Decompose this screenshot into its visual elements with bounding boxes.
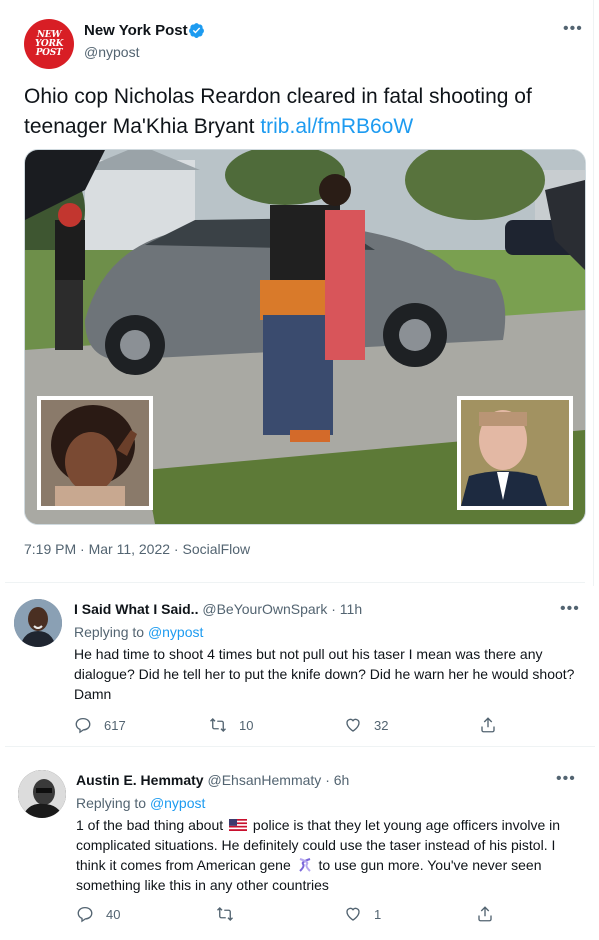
reply-bubble-icon xyxy=(77,906,93,923)
reply-actions: 40 1 xyxy=(76,905,506,925)
retweet-count: 10 xyxy=(239,717,254,733)
avatar-photo xyxy=(18,770,66,818)
author-name[interactable]: New York Post xyxy=(84,22,188,39)
retweet-button[interactable]: 10 xyxy=(209,716,253,734)
share-button[interactable] xyxy=(476,905,494,923)
reply-tweet[interactable]: I Said What I Said.. @BeYourOwnSpark · 1… xyxy=(0,586,599,746)
reply-header: I Said What I Said.. @BeYourOwnSpark · 1… xyxy=(74,601,362,617)
us-flag-emoji-icon xyxy=(229,819,248,831)
avatar[interactable] xyxy=(14,599,62,647)
separator-dot: · xyxy=(331,601,336,617)
reply-count: 617 xyxy=(104,717,126,733)
replying-handle[interactable]: @nypost xyxy=(148,624,203,640)
like-button[interactable]: 1 xyxy=(344,905,381,923)
tweet-link[interactable]: trib.al/fmRB6oW xyxy=(260,115,413,138)
reply-button[interactable]: 40 xyxy=(76,905,120,923)
main-tweet: NEW YORK POST New York Post @nypost ••• … xyxy=(5,0,594,586)
retweet-button[interactable] xyxy=(216,905,246,923)
more-horizontal-icon[interactable]: ••• xyxy=(563,20,583,38)
avatar[interactable] xyxy=(18,770,66,818)
reply-tweet[interactable]: Austin E. Hemmaty @EhsanHemmaty · 6h •••… xyxy=(0,760,599,940)
separator-dot: · xyxy=(325,772,330,788)
reply-time[interactable]: 11h xyxy=(340,601,362,617)
retweet-icon xyxy=(210,718,226,732)
share-icon xyxy=(481,717,495,733)
avatar-text-line-3: POST xyxy=(35,47,63,58)
avatar-photo xyxy=(14,599,62,647)
reply-text-part-1: 1 of the bad thing about xyxy=(76,817,228,833)
reply-author-handle[interactable]: @EhsanHemmaty xyxy=(207,772,321,788)
share-icon xyxy=(478,906,492,922)
reply-actions: 617 10 32 xyxy=(74,716,504,736)
heart-icon xyxy=(346,718,360,732)
replying-label: Replying to xyxy=(74,624,145,640)
like-count: 1 xyxy=(374,906,382,922)
share-button[interactable] xyxy=(479,716,497,734)
verified-badge-icon xyxy=(189,23,204,38)
replying-label: Replying to xyxy=(76,795,147,811)
more-horizontal-icon[interactable]: ••• xyxy=(556,770,576,788)
replying-to: Replying to @nypost xyxy=(76,795,205,811)
reply-header: Austin E. Hemmaty @EhsanHemmaty · 6h xyxy=(76,772,349,788)
reply-bubble-icon xyxy=(75,717,91,734)
reply-author-handle[interactable]: @BeYourOwnSpark xyxy=(202,601,327,617)
reply-text: He had time to shoot 4 times but not pul… xyxy=(74,646,575,702)
reply-author-name[interactable]: Austin E. Hemmaty xyxy=(76,772,204,788)
like-count: 32 xyxy=(374,717,389,733)
reply-author-name[interactable]: I Said What I Said.. xyxy=(74,601,198,617)
reply-text: 1 of the bad thing about police is that … xyxy=(76,815,581,895)
like-button[interactable]: 32 xyxy=(344,716,388,734)
reply-button[interactable]: 617 xyxy=(74,716,126,734)
tweet-timestamp[interactable]: 7:19 PM · Mar 11, 2022 · SocialFlow xyxy=(24,541,250,557)
reply-count: 40 xyxy=(106,906,121,922)
tweet-media-image[interactable] xyxy=(24,149,586,525)
nypost-avatar[interactable]: NEW YORK POST xyxy=(24,19,74,69)
retweet-icon xyxy=(217,907,233,921)
bodycam-photo xyxy=(25,150,585,524)
tweet-text: Ohio cop Nicholas Reardon cleared in fat… xyxy=(24,82,584,142)
replying-to: Replying to @nypost xyxy=(74,624,203,640)
dna-emoji-icon xyxy=(298,858,311,872)
divider xyxy=(5,746,595,747)
heart-icon xyxy=(346,907,360,921)
reply-time[interactable]: 6h xyxy=(334,772,350,788)
author-handle[interactable]: @nypost xyxy=(84,44,139,60)
replying-handle[interactable]: @nypost xyxy=(150,795,205,811)
divider xyxy=(5,582,585,583)
more-horizontal-icon[interactable]: ••• xyxy=(560,600,580,618)
